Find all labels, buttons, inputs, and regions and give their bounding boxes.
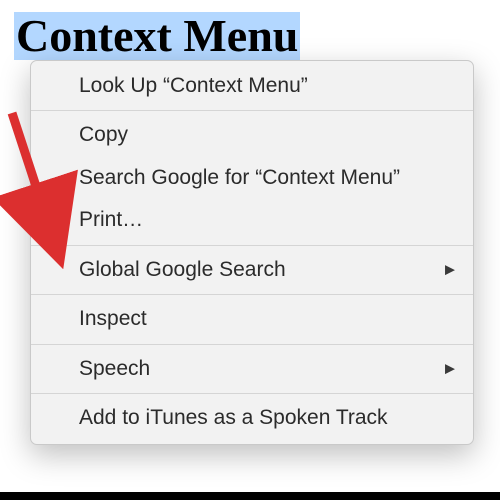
menu-item-add-to-itunes[interactable]: Add to iTunes as a Spoken Track: [31, 397, 473, 443]
menu-divider: [31, 393, 473, 394]
menu-item-speech[interactable]: Speech ▶: [31, 348, 473, 390]
menu-item-print[interactable]: Print…: [31, 199, 473, 241]
menu-item-inspect[interactable]: Inspect: [31, 298, 473, 340]
menu-item-search-google[interactable]: Search Google for “Context Menu”: [31, 157, 473, 199]
menu-item-label: Global Google Search: [79, 258, 286, 281]
globe-icon: [47, 259, 69, 281]
chevron-right-icon: ▶: [445, 359, 455, 378]
menu-divider: [31, 245, 473, 246]
menu-divider: [31, 110, 473, 111]
menu-divider: [31, 294, 473, 295]
bottom-border: [0, 492, 500, 500]
chevron-right-icon: ▶: [445, 261, 455, 280]
menu-item-label: Speech: [79, 357, 150, 380]
selected-heading-text: Context Menu: [14, 12, 300, 60]
menu-item-label: Search Google for “Context Menu”: [79, 166, 400, 189]
menu-item-label: Copy: [79, 123, 128, 146]
menu-divider: [31, 344, 473, 345]
menu-item-label: Inspect: [79, 307, 147, 330]
menu-item-look-up[interactable]: Look Up “Context Menu”: [31, 61, 473, 107]
menu-item-global-google-search[interactable]: Global Google Search ▶: [31, 249, 473, 291]
menu-item-label: Print…: [79, 208, 143, 231]
menu-item-label: Add to iTunes as a Spoken Track: [79, 406, 388, 429]
context-menu: Look Up “Context Menu” Copy Search Googl…: [30, 60, 474, 445]
menu-item-label: Look Up “Context Menu”: [79, 74, 308, 97]
menu-item-copy[interactable]: Copy: [31, 114, 473, 156]
